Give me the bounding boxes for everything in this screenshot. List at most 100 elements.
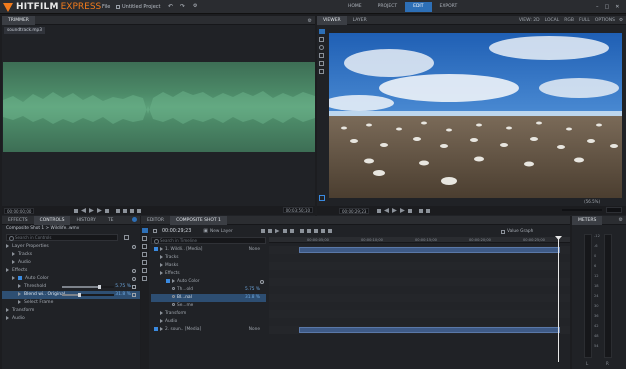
play-icon[interactable] xyxy=(391,208,397,213)
channel-select[interactable]: RGB xyxy=(564,18,574,23)
controls-row[interactable]: Auto Color xyxy=(2,275,140,283)
controls-row[interactable]: Transform xyxy=(2,307,140,315)
trimmer-close-icon[interactable]: ⚙ xyxy=(308,18,312,24)
editor-slice-tool-icon[interactable] xyxy=(142,244,147,249)
nav-tab-edit[interactable]: EDIT xyxy=(405,2,432,12)
layer-row[interactable]: 1. Wildli.. [Media] None xyxy=(151,246,266,254)
expand-arrow-icon[interactable] xyxy=(12,259,15,264)
visibility-icon[interactable] xyxy=(154,246,158,251)
step-forward-icon[interactable] xyxy=(399,208,405,213)
param-slider-knob[interactable] xyxy=(98,285,102,289)
loop-icon[interactable] xyxy=(419,208,424,213)
timeline-clip[interactable] xyxy=(299,327,560,333)
viewer-time-current[interactable]: 00:00:29;23 xyxy=(339,207,370,214)
pan-tool-icon[interactable] xyxy=(319,37,324,42)
timeline-ruler[interactable]: 00:00:05;00 00:00:10;00 00:00:15;00 00:00:2… xyxy=(269,237,570,243)
expand-arrow-icon[interactable] xyxy=(160,246,163,251)
trimmer-play-icon[interactable] xyxy=(88,208,94,213)
tab-controls[interactable]: CONTROLS xyxy=(33,215,71,225)
layer-row[interactable]: Audio xyxy=(151,318,266,326)
expand-arrow-icon[interactable] xyxy=(6,243,9,248)
viewer-zoom-level[interactable]: (56.5%) xyxy=(584,199,600,204)
new-layer-icon[interactable]: ▣ xyxy=(203,228,208,234)
layer-row[interactable]: Th...old 5.75 % xyxy=(151,286,266,294)
editor-select-tool-icon[interactable] xyxy=(142,228,148,233)
trimmer-time-end[interactable]: 00:03:50;10 xyxy=(282,207,313,213)
text-tool-icon[interactable] xyxy=(319,69,324,74)
param-slider[interactable] xyxy=(62,293,114,297)
layer-settings-icon[interactable] xyxy=(260,280,264,284)
expand-arrow-icon[interactable] xyxy=(160,318,163,323)
controls-row[interactable]: Layer Properties xyxy=(2,243,140,251)
editor-snap-icon[interactable] xyxy=(142,276,147,281)
param-keyframe-icon[interactable] xyxy=(132,293,136,297)
expand-arrow-icon[interactable] xyxy=(160,326,163,331)
tl-play-icon[interactable] xyxy=(274,228,280,234)
timeline-search-input[interactable]: Search in Timeline xyxy=(151,237,266,244)
redo-icon[interactable]: ↷ xyxy=(180,3,185,10)
tl-keyframe-icon[interactable] xyxy=(314,229,318,233)
tab-viewer[interactable]: VIEWER xyxy=(317,15,347,25)
tl-lock-icon[interactable] xyxy=(321,229,325,233)
expand-arrow-icon[interactable] xyxy=(18,299,21,304)
controls-row[interactable]: Audio xyxy=(2,315,140,323)
step-back-icon[interactable] xyxy=(384,208,389,213)
expand-arrow-icon[interactable] xyxy=(160,254,163,259)
trimmer-insert-icon[interactable] xyxy=(130,208,135,213)
close-icon[interactable]: ✕ xyxy=(615,4,619,10)
param-value[interactable]: 31.8 % xyxy=(115,291,131,299)
quality-select[interactable]: FULL xyxy=(579,18,590,23)
tl-marker-icon[interactable] xyxy=(307,229,311,233)
controls-row[interactable]: Tracks xyxy=(2,251,140,259)
visibility-icon[interactable] xyxy=(154,326,158,331)
nav-tab-export[interactable]: EXPORT xyxy=(432,2,466,12)
layer-row[interactable]: Masks xyxy=(151,262,266,270)
layer-row[interactable]: Bl...nal 31.8 % xyxy=(151,294,266,302)
tl-zoom-icon[interactable] xyxy=(328,229,332,233)
viewer-frame[interactable] xyxy=(329,33,622,198)
editor-rate-tool-icon[interactable] xyxy=(142,268,147,273)
layer-blend-mode[interactable]: None xyxy=(249,246,260,254)
layer-row[interactable]: Se...me xyxy=(151,302,266,310)
tab-meters[interactable]: METERS xyxy=(572,215,603,225)
layer-row[interactable]: Auto Color xyxy=(151,278,266,286)
maximize-icon[interactable]: □ xyxy=(605,4,610,10)
tl-step-back-icon[interactable] xyxy=(267,229,272,233)
value-graph-toggle[interactable]: Value Graph xyxy=(501,228,533,235)
minimize-icon[interactable]: – xyxy=(596,4,599,10)
keyframe-toggle-icon[interactable] xyxy=(172,303,175,306)
playhead[interactable] xyxy=(558,236,559,362)
controls-row[interactable]: Threshold 5.75 % xyxy=(2,283,140,291)
tl-go-start-icon[interactable] xyxy=(260,229,265,233)
expand-arrow-icon[interactable] xyxy=(172,278,175,283)
tab-trimmer[interactable]: TRIMMER xyxy=(2,15,35,25)
tl-go-end-icon[interactable] xyxy=(289,229,294,233)
select-tool-icon[interactable] xyxy=(319,29,325,34)
go-end-icon[interactable] xyxy=(407,208,412,213)
tab-effects[interactable]: EFFECTS xyxy=(2,216,34,225)
tl-loop-icon[interactable] xyxy=(300,229,304,233)
audio-waveform[interactable] xyxy=(3,62,315,152)
expand-arrow-icon[interactable] xyxy=(160,270,163,275)
layer-row[interactable]: Effects xyxy=(151,270,266,278)
param-keyframe-icon[interactable] xyxy=(132,285,136,289)
nav-tab-home[interactable]: HOME xyxy=(340,2,370,12)
controls-row[interactable]: Blend wi.. Original 31.8 % xyxy=(2,291,140,299)
trimmer-set-out-icon[interactable] xyxy=(123,208,128,213)
nav-tab-project[interactable]: PROJECT xyxy=(370,2,405,12)
file-menu[interactable]: File xyxy=(102,4,110,10)
expand-arrow-icon[interactable] xyxy=(160,262,163,267)
undo-icon[interactable]: ↶ xyxy=(168,3,173,10)
controls-settings-icon[interactable] xyxy=(132,217,137,222)
expand-arrow-icon[interactable] xyxy=(18,291,21,296)
options-menu[interactable]: OPTIONS xyxy=(595,18,615,23)
meters-settings-icon[interactable]: ⚙ xyxy=(619,217,623,223)
tab-te[interactable]: TE xyxy=(102,216,120,225)
settings-gear-icon[interactable]: ⚙ xyxy=(193,3,197,9)
trimmer-go-start-icon[interactable] xyxy=(73,208,78,213)
viewer-fullscreen-button[interactable] xyxy=(606,207,622,213)
viewer-scrub-bar[interactable] xyxy=(562,209,602,211)
mask-tool-icon[interactable] xyxy=(319,61,324,66)
editor-slip-tool-icon[interactable] xyxy=(142,236,147,241)
zoom-tool-icon[interactable] xyxy=(319,45,324,50)
